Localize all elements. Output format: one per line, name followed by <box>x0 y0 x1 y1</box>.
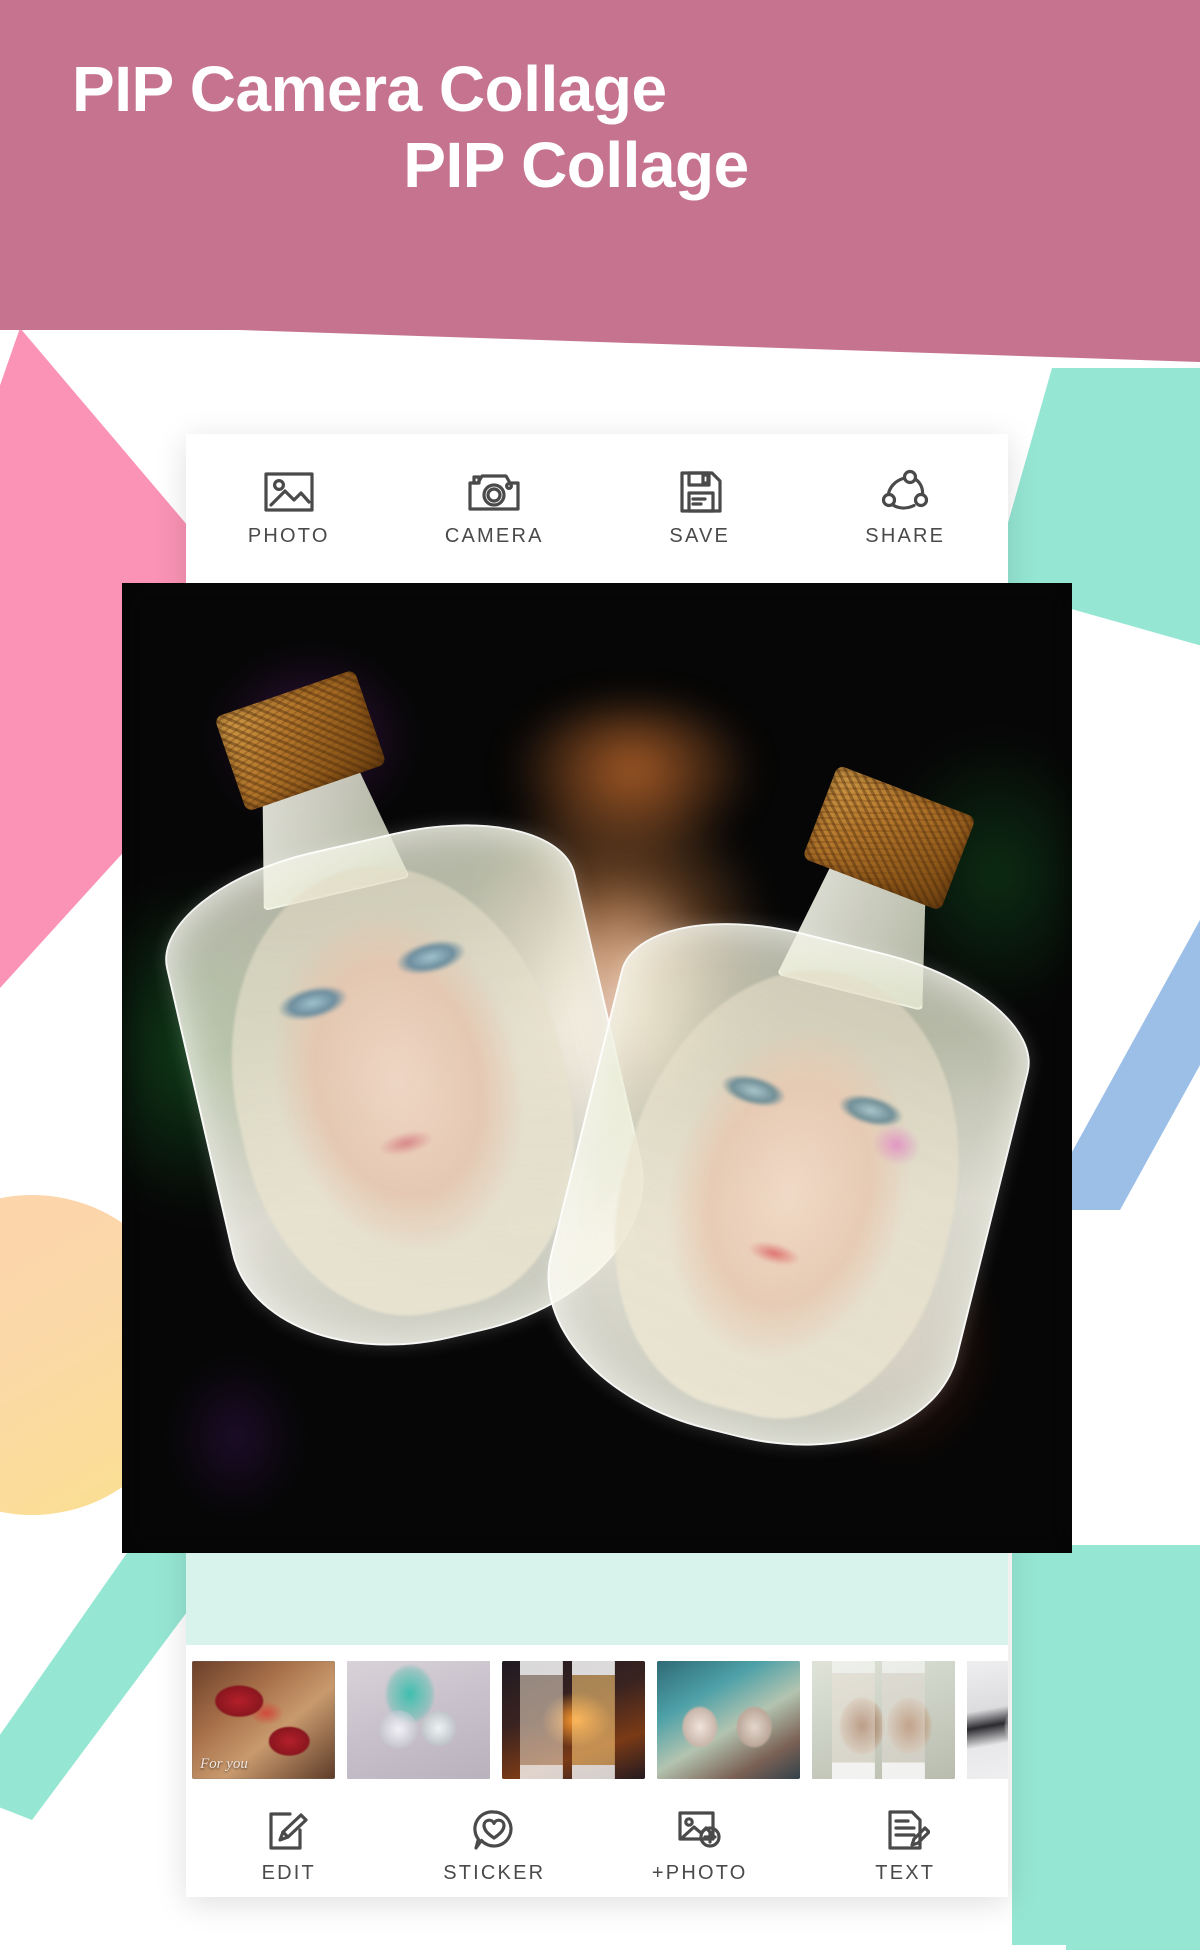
title-line-secondary: PIP Collage <box>403 128 749 201</box>
thumbnail-image <box>657 1661 800 1779</box>
thumbnail-item[interactable] <box>967 1661 1008 1779</box>
page-title: PIP Camera Collage PIP Collage <box>0 52 1140 203</box>
sticker-button[interactable]: STICKER <box>392 1808 598 1885</box>
thumbnail-image <box>347 1661 490 1779</box>
text-label: TEXT <box>875 1861 936 1884</box>
edit-button[interactable]: EDIT <box>186 1808 392 1885</box>
share-label: SHARE <box>865 525 946 547</box>
camera-label: CAMERA <box>444 525 544 547</box>
promo-screenshot: PIP Camera Collage PIP Collage PHOTO CAM… <box>0 0 1200 1950</box>
share-nodes-icon <box>882 469 929 510</box>
bottom-toolbar: EDIT STICKER +PHOTO TEXT <box>186 1795 1008 1897</box>
add-photo-button[interactable]: +PHOTO <box>597 1808 803 1885</box>
canvas-footer-band <box>186 1553 1008 1645</box>
header-wedge <box>0 300 1200 362</box>
photo-label: PHOTO <box>247 525 330 547</box>
title-line-primary: PIP Camera Collage <box>72 53 667 125</box>
share-button[interactable]: SHARE <box>803 469 1009 548</box>
bottle-portrait <box>574 934 1004 1451</box>
thumbnail-image <box>967 1661 1008 1779</box>
thumbnail-caption: For you <box>200 1756 248 1772</box>
add-photo-label: +PHOTO <box>651 1861 748 1884</box>
text-button[interactable]: TEXT <box>803 1808 1009 1885</box>
thumbnail-image <box>502 1661 645 1779</box>
camera-icon <box>468 474 520 511</box>
save-button[interactable]: SAVE <box>597 469 803 548</box>
template-thumbnail-strip[interactable]: For you <box>186 1645 1008 1795</box>
thumbnail-item[interactable] <box>657 1661 800 1779</box>
thumbnail-item[interactable]: For you <box>192 1661 335 1779</box>
save-label: SAVE <box>669 525 731 547</box>
photo-icon <box>264 472 314 512</box>
photo-canvas[interactable] <box>122 583 1072 1553</box>
sticker-label: STICKER <box>443 1861 546 1884</box>
top-toolbar: PHOTO CAMERA SAVE SHARE <box>186 434 1008 583</box>
thumbnail-item[interactable] <box>812 1661 955 1779</box>
floppy-disk-icon <box>680 471 722 513</box>
document-pencil-icon <box>888 1809 931 1850</box>
heart-bubble-icon <box>473 1809 513 1850</box>
edit-label: EDIT <box>261 1861 316 1884</box>
thumbnail-image <box>812 1661 955 1779</box>
thumbnail-item[interactable] <box>347 1661 490 1779</box>
photo-button[interactable]: PHOTO <box>186 469 392 548</box>
thumbnail-item[interactable] <box>502 1661 645 1779</box>
photo-plus-icon <box>678 1810 721 1848</box>
camera-button[interactable]: CAMERA <box>392 469 598 548</box>
pencil-frame-icon <box>269 1811 308 1850</box>
